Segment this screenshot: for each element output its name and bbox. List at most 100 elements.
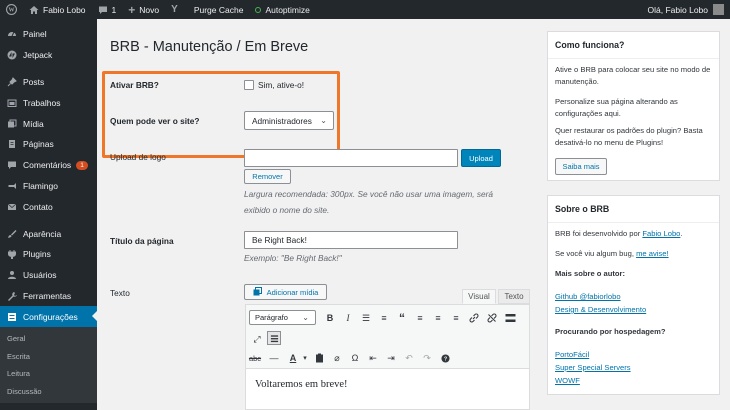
account-menu[interactable]: Olá, Fabio Lobo: [648, 4, 730, 15]
super-special-servers-link[interactable]: Super Special Servers: [555, 362, 631, 374]
submenu-item-leitura[interactable]: Leitura: [0, 365, 97, 383]
format-select[interactable]: Parágrafo ⌄: [249, 310, 316, 325]
about-bug-prefix: Se você viu algum bug,: [555, 249, 637, 258]
sidebar-item-comentarios[interactable]: Comentários 1: [0, 155, 97, 176]
chevron-down-icon[interactable]: ▾: [298, 351, 312, 365]
page-title: BRB - Manutenção / Em Breve: [110, 39, 309, 55]
sidebar-item-paginas[interactable]: Páginas: [0, 134, 97, 155]
align-center-icon[interactable]: ≡: [431, 311, 445, 325]
author-heading: Mais sobre o autor:: [555, 269, 626, 278]
activate-checkbox-label[interactable]: Sim, ative-o!: [258, 80, 304, 90]
sidebar-item-label: Trabalhos: [23, 97, 61, 108]
page-title-input[interactable]: Be Right Back!: [244, 231, 458, 249]
outdent-icon[interactable]: ⇤: [366, 351, 380, 365]
sidebar-item-label: Jetpack: [23, 50, 53, 61]
who-can-see-value: Administradores: [252, 115, 312, 126]
submenu-item-discussao[interactable]: Discussão: [0, 383, 97, 401]
plugin-icon: [6, 249, 17, 260]
report-bug-link[interactable]: me avise!: [636, 249, 669, 258]
numbered-list-icon[interactable]: ≡: [377, 311, 391, 325]
submenu-item-geral[interactable]: Geral: [0, 330, 97, 348]
jetpack-icon: [6, 50, 17, 60]
editor-text: Voltaremos em breve!: [255, 379, 348, 390]
portfolio-icon: [6, 98, 17, 108]
clear-formatting-icon[interactable]: ⌀: [330, 351, 344, 365]
purge-cache-button[interactable]: Purge Cache: [188, 0, 250, 19]
learn-more-button[interactable]: Saiba mais: [555, 158, 607, 175]
brush-icon: [6, 229, 17, 239]
read-more-icon[interactable]: [503, 311, 517, 325]
about-bug-line: Se você viu algum bug, me avise!: [555, 248, 715, 260]
users-icon: [6, 270, 17, 280]
admin-bar: W Fabio Lobo 1 + Novo Y Purge Cache Auto…: [0, 0, 730, 19]
horizontal-line-icon[interactable]: —: [267, 351, 281, 365]
sidebar-item-trabalhos[interactable]: Trabalhos: [0, 92, 97, 113]
site-name-menu[interactable]: Fabio Lobo: [23, 0, 92, 19]
autoptimize-menu[interactable]: Autoptimize: [249, 0, 315, 19]
sidebar-item-posts[interactable]: Posts: [0, 72, 97, 93]
tab-visual[interactable]: Visual: [462, 289, 496, 304]
main-content: BRB - Manutenção / Em Breve Ativar BRB? …: [97, 19, 540, 410]
paste-text-icon[interactable]: [312, 351, 326, 365]
comments-badge: 1: [76, 160, 88, 170]
wowf-link[interactable]: WOWF: [555, 375, 580, 387]
github-link[interactable]: Github @fabiorlobo: [555, 291, 621, 303]
sidebar-item-label: Comentários: [23, 160, 72, 171]
upload-button[interactable]: Upload: [461, 149, 501, 167]
bullet-list-icon[interactable]: ☰: [359, 311, 373, 325]
redo-icon[interactable]: ↷: [420, 351, 434, 365]
yoast-icon: Y: [171, 4, 178, 15]
media-add-icon: [253, 286, 263, 298]
undo-icon[interactable]: ↶: [402, 351, 416, 365]
who-can-see-select[interactable]: Administradores ⌄: [244, 111, 334, 130]
wordpress-icon: W: [6, 4, 17, 15]
add-media-button[interactable]: Adicionar mídia: [244, 284, 327, 300]
author-link[interactable]: Fabio Lobo: [642, 229, 680, 238]
sidebar-item-contato[interactable]: Contato: [0, 196, 97, 217]
unlink-icon[interactable]: [485, 311, 499, 325]
align-right-icon[interactable]: ≡: [449, 311, 463, 325]
sidebar-item-midia[interactable]: Mídia: [0, 113, 97, 134]
tab-text[interactable]: Texto: [498, 289, 530, 304]
blockquote-icon[interactable]: “: [395, 311, 409, 325]
toolbar-toggle-icon[interactable]: [267, 331, 281, 345]
link-icon[interactable]: [467, 311, 481, 325]
sidebar-item-plugins[interactable]: Plugins: [0, 244, 97, 265]
help-icon[interactable]: ?: [438, 351, 452, 365]
portofacil-link[interactable]: PortoFácil: [555, 349, 589, 361]
sidebar-item-configuracoes[interactable]: Configurações: [0, 306, 97, 328]
activate-checkbox[interactable]: [244, 80, 254, 90]
comments-menu[interactable]: 1: [92, 0, 123, 19]
logo-url-input[interactable]: [244, 149, 458, 167]
how-it-works-p1: Ative o BRB para colocar seu site no mod…: [555, 65, 711, 86]
sidebar-item-aparencia[interactable]: Aparência: [0, 223, 97, 244]
remove-logo-button[interactable]: Remover: [244, 169, 291, 184]
fullscreen-icon[interactable]: ⤢: [250, 332, 264, 346]
yoast-menu[interactable]: Y: [165, 0, 188, 19]
design-link[interactable]: Design & Desenvolvimento: [555, 304, 646, 316]
autoptimize-label: Autoptimize: [265, 4, 310, 15]
align-left-icon[interactable]: ≡: [413, 311, 427, 325]
sidebar-item-flamingo[interactable]: Flamingo: [0, 176, 97, 197]
settings-submenu: Geral Escrita Leitura Discussão: [0, 327, 97, 404]
about-dev-prefix: BRB foi desenvolvido por: [555, 229, 643, 238]
bold-icon[interactable]: B: [323, 311, 337, 325]
comments-count: 1: [111, 4, 117, 15]
italic-icon[interactable]: I: [341, 311, 355, 325]
editor-content-area[interactable]: Voltaremos em breve!: [245, 369, 530, 410]
indent-icon[interactable]: ⇥: [384, 351, 398, 365]
special-character-icon[interactable]: Ω: [348, 351, 362, 365]
sidebar-item-usuarios[interactable]: Usuários: [0, 265, 97, 286]
sidebar-item-ferramentas[interactable]: Ferramentas: [0, 286, 97, 307]
wordpress-logo-button[interactable]: W: [0, 0, 23, 19]
sidebar-item-label: Plugins: [23, 249, 51, 260]
strikethrough-icon[interactable]: abc: [248, 351, 262, 365]
sidebar-item-jetpack[interactable]: Jetpack: [0, 45, 97, 66]
sidebar-item-painel[interactable]: Painel: [0, 24, 97, 45]
about-panel: Sobre o BRB BRB foi desenvolvido por Fab…: [547, 195, 720, 395]
hosting-heading: Procurando por hospedagem?: [555, 327, 666, 336]
submenu-item-escrita[interactable]: Escrita: [0, 348, 97, 366]
new-content-menu[interactable]: + Novo: [122, 0, 165, 19]
how-it-works-p3: Quer restaurar os padrões do plugin? Bas…: [555, 126, 703, 147]
page-title-label: Título da página: [110, 236, 174, 246]
